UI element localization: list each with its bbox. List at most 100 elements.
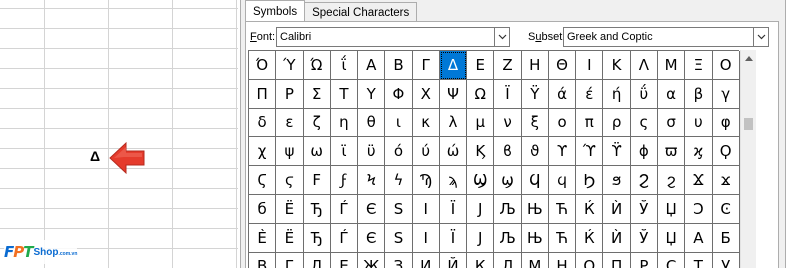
symbol-cell[interactable]: Τ <box>330 79 359 109</box>
symbol-cell[interactable]: Ύ <box>276 51 304 80</box>
symbol-cell[interactable]: σ <box>657 108 686 138</box>
symbol-cell[interactable]: Γ <box>412 51 440 80</box>
symbol-cell[interactable]: Ђ <box>303 223 331 253</box>
scroll-thumb[interactable] <box>744 118 753 130</box>
symbol-cell[interactable]: О <box>576 252 604 268</box>
symbol-cell[interactable]: Ϫ <box>685 166 713 195</box>
symbol-cell[interactable]: ϧ <box>603 166 631 195</box>
symbol-cell[interactable]: Ѓ <box>330 194 359 224</box>
symbol-cell[interactable]: Ϥ <box>521 166 549 195</box>
symbol-cell[interactable]: έ <box>576 79 604 109</box>
symbol-cell[interactable]: δ <box>249 108 277 138</box>
symbol-cell[interactable]: Ћ <box>548 194 577 224</box>
symbol-cell[interactable]: ϑ <box>521 137 549 167</box>
symbol-cell[interactable]: α <box>657 79 686 109</box>
symbol-cell[interactable]: ϗ <box>685 137 713 167</box>
symbol-cell[interactable]: ϒ <box>548 137 577 167</box>
chevron-down-icon[interactable] <box>753 28 768 46</box>
symbol-cell[interactable]: γ <box>712 79 740 109</box>
symbol-cell[interactable]: Ј <box>467 194 495 224</box>
symbol-cell[interactable]: Ј <box>467 223 495 253</box>
font-select[interactable]: Calibri <box>276 27 510 47</box>
symbol-cell[interactable]: М <box>522 252 549 268</box>
symbol-cell[interactable]: Ϙ <box>712 137 740 167</box>
symbol-cell[interactable]: Ο <box>712 51 740 80</box>
subset-select[interactable]: Greek and Coptic <box>563 27 769 47</box>
symbol-cell[interactable]: Ϩ <box>630 166 658 195</box>
symbol-cell[interactable]: Ё <box>276 223 304 253</box>
symbol-cell[interactable]: Ϋ <box>521 79 549 109</box>
symbol-cell[interactable]: ϡ <box>439 166 468 195</box>
symbol-cell[interactable]: Н <box>549 252 577 268</box>
symbol-cell[interactable]: Ѝ <box>603 194 631 224</box>
symbol-cell[interactable]: И <box>413 252 440 268</box>
symbol-cell[interactable]: Θ <box>548 51 577 80</box>
symbol-cell[interactable]: Ϛ <box>249 166 277 195</box>
symbol-cell[interactable]: ό <box>385 137 413 167</box>
symbol-cell[interactable]: Ώ <box>303 51 331 80</box>
symbol-cell[interactable]: Ϊ <box>494 79 522 109</box>
symbol-cell[interactable]: ϟ <box>385 166 413 195</box>
symbol-cell[interactable]: χ <box>249 137 277 167</box>
symbol-cell[interactable]: Ό <box>249 51 277 80</box>
symbol-cell[interactable]: Љ <box>494 223 522 253</box>
symbol-cell[interactable]: Β <box>385 51 413 80</box>
symbol-cell[interactable]: Ψ <box>439 79 468 109</box>
symbol-cell[interactable]: б <box>249 194 277 224</box>
symbol-cell[interactable]: Ў <box>630 194 658 224</box>
symbol-cell[interactable]: У <box>713 252 740 268</box>
symbol-cell[interactable]: ς <box>630 108 658 138</box>
symbol-cell[interactable]: ε <box>276 108 304 138</box>
symbol-cell[interactable]: Π <box>249 79 277 109</box>
symbol-cell[interactable]: β <box>685 79 713 109</box>
symbol-cell[interactable]: Ω <box>467 79 495 109</box>
symbol-cell[interactable]: π <box>576 108 604 138</box>
symbol-cell[interactable]: К <box>467 252 495 268</box>
symbol-cell[interactable]: Џ <box>657 223 686 253</box>
symbol-cell[interactable]: ψ <box>276 137 304 167</box>
symbol-cell[interactable]: Ќ <box>576 223 604 253</box>
symbol-cell[interactable]: ϛ <box>276 166 304 195</box>
symbol-cell[interactable]: Ϗ <box>467 137 495 167</box>
symbol-cell[interactable]: ϋ <box>358 137 386 167</box>
symbol-cell[interactable]: Ђ <box>303 194 331 224</box>
symbol-cell[interactable]: І <box>412 223 440 253</box>
symbol-cell[interactable]: Ѐ <box>249 223 277 253</box>
symbol-cell[interactable]: Д <box>304 252 331 268</box>
symbol-cell[interactable]: Ж <box>358 252 386 268</box>
scroll-up-icon[interactable] <box>741 50 757 66</box>
symbol-cell[interactable]: Ξ <box>685 51 713 80</box>
symbol-cell[interactable]: ο <box>548 108 577 138</box>
symbol-cell[interactable]: П <box>603 252 631 268</box>
symbol-cell[interactable]: Є <box>358 223 386 253</box>
symbol-cell[interactable]: Ͼ <box>712 194 740 224</box>
symbol-cell[interactable]: Ѕ <box>385 194 413 224</box>
symbol-cell[interactable]: ω <box>303 137 331 167</box>
symbol-cell[interactable]: Ͻ <box>685 194 713 224</box>
symbol-cell[interactable]: ά <box>548 79 577 109</box>
symbol-cell[interactable]: А <box>685 223 713 253</box>
symbol-cell[interactable]: κ <box>412 108 440 138</box>
symbol-cell[interactable]: Ϧ <box>576 166 604 195</box>
symbol-cell[interactable]: ϫ <box>712 166 740 195</box>
symbol-cell[interactable]: З <box>385 252 413 268</box>
symbol-cell[interactable]: Ε <box>467 51 495 80</box>
symbol-cell[interactable]: Ѓ <box>330 223 359 253</box>
symbol-cell[interactable]: Ϣ <box>467 166 495 195</box>
symbol-cell[interactable]: λ <box>439 108 468 138</box>
symbol-cell[interactable]: Κ <box>603 51 631 80</box>
symbol-cell[interactable]: Ϟ <box>358 166 386 195</box>
symbol-cell[interactable]: Χ <box>412 79 440 109</box>
symbol-cell[interactable]: ϖ <box>657 137 686 167</box>
symbol-cell[interactable]: μ <box>467 108 495 138</box>
symbol-cell[interactable]: Є <box>358 194 386 224</box>
symbol-cell[interactable]: ΰ <box>630 79 658 109</box>
symbol-cell[interactable]: Џ <box>657 194 686 224</box>
symbol-cell[interactable]: ϕ <box>630 137 658 167</box>
symbol-cell[interactable]: Ё <box>276 194 304 224</box>
symbol-cell[interactable]: Й <box>440 252 468 268</box>
symbol-cell[interactable]: ϓ <box>576 137 604 167</box>
cell-value[interactable]: Δ <box>90 148 100 164</box>
symbol-cell[interactable]: ρ <box>603 108 631 138</box>
symbol-cell[interactable]: ϔ <box>603 137 631 167</box>
